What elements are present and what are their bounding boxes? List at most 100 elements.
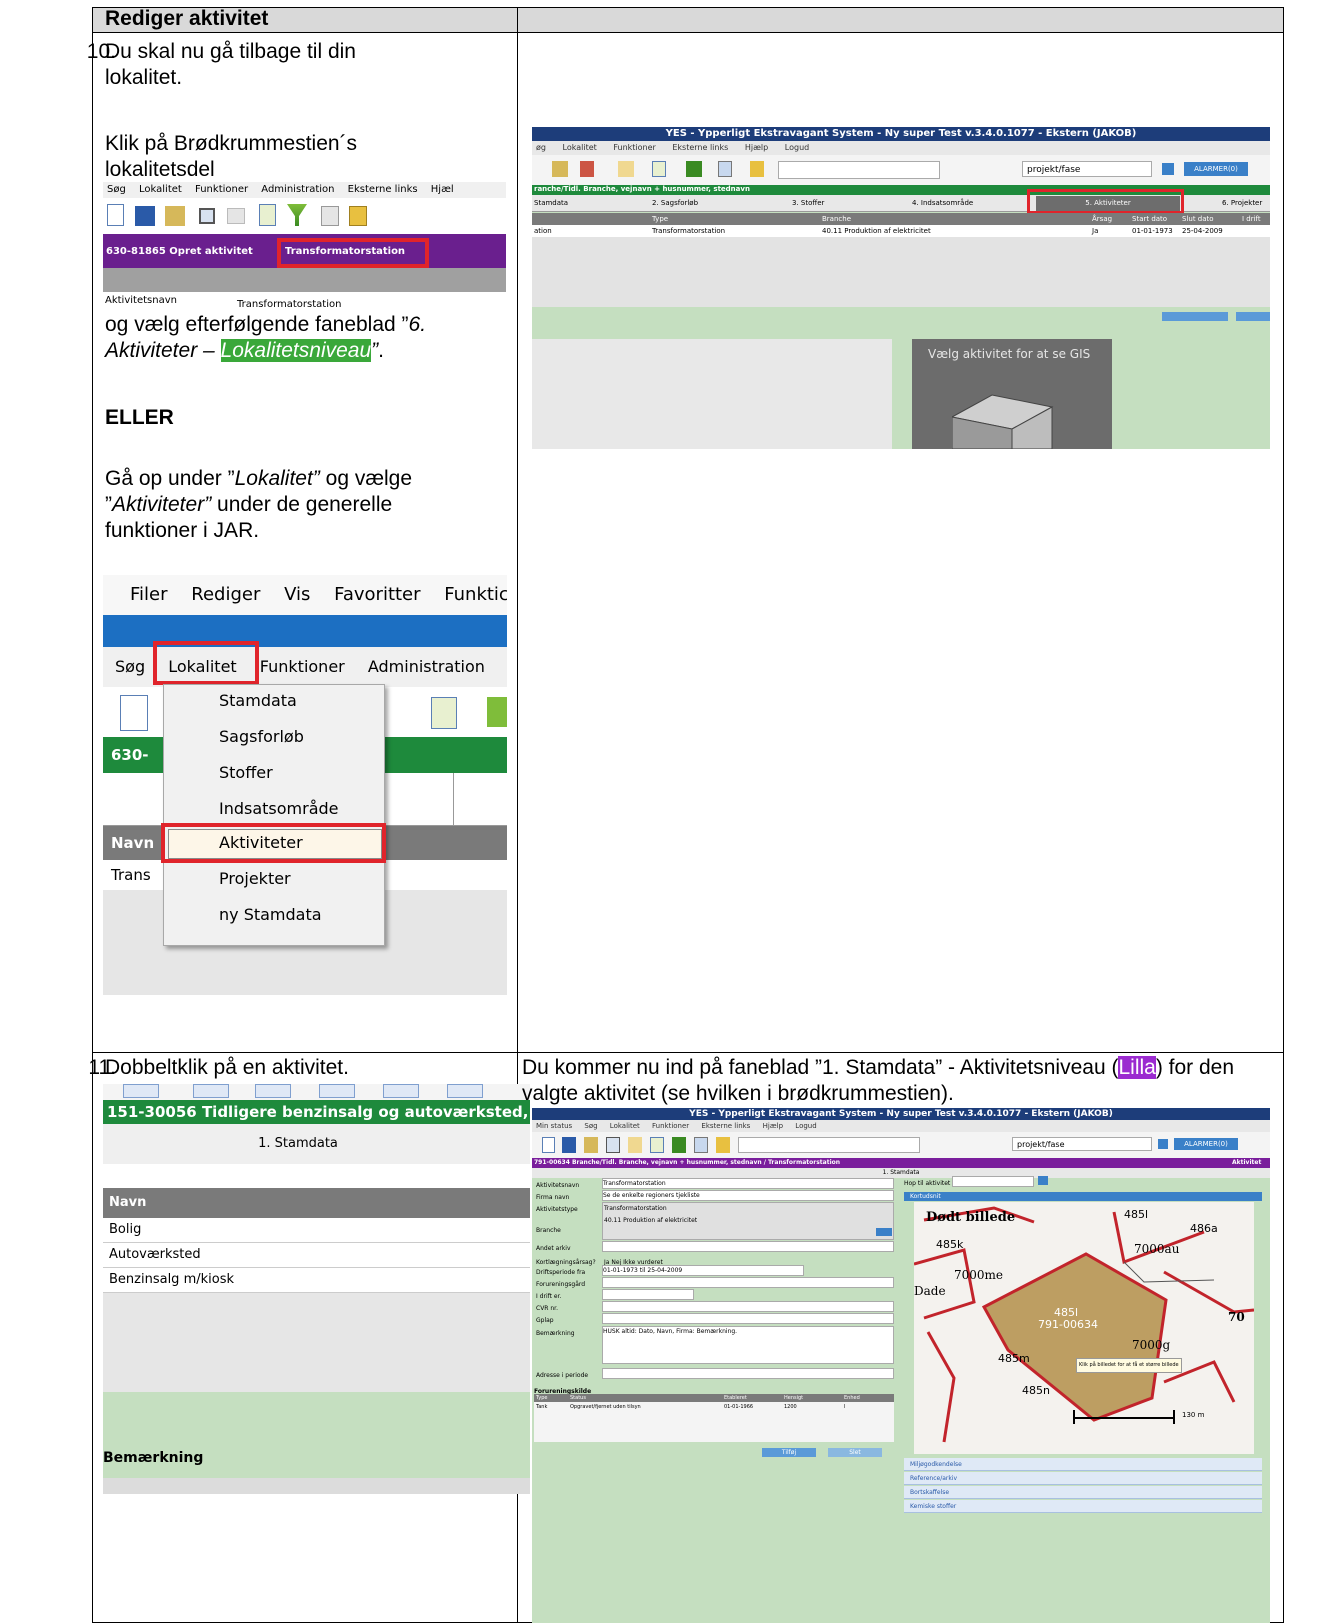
- copy-icon[interactable]: [255, 1084, 291, 1098]
- filter-icon[interactable]: [287, 204, 307, 226]
- tab-projekter[interactable]: 6. Projekter: [1222, 198, 1262, 209]
- search-input[interactable]: [778, 161, 940, 179]
- delete-icon[interactable]: [750, 161, 764, 177]
- firma-input[interactable]: Se de enkelte regioners tjekliste: [602, 1190, 894, 1201]
- document-icon[interactable]: [652, 161, 666, 177]
- document-icon[interactable]: [259, 204, 276, 226]
- driftsperiode-input[interactable]: 01-01-1973 til 25-04-2009: [602, 1265, 804, 1276]
- breadcrumb[interactable]: 630-81865 Opret aktivitet: [106, 238, 253, 266]
- cvr-input[interactable]: [602, 1301, 894, 1312]
- menu-item-sog[interactable]: Søg: [115, 657, 145, 676]
- menu-item[interactable]: øg: [536, 143, 546, 152]
- menu-item[interactable]: Eksterne links: [348, 184, 418, 195]
- dropdown-item-stoffer[interactable]: Stoffer: [219, 763, 273, 783]
- tilfoj-button[interactable]: Tilføj: [762, 1448, 816, 1457]
- search-input[interactable]: [738, 1137, 920, 1153]
- column-header[interactable]: Årsag: [1092, 214, 1112, 225]
- filter-icon[interactable]: [487, 697, 507, 727]
- filter-icon[interactable]: [686, 161, 702, 177]
- grid-icon[interactable]: [319, 1084, 355, 1098]
- table-row[interactable]: Trans: [111, 860, 151, 890]
- slet-button[interactable]: Slet: [828, 1448, 882, 1457]
- menu-item[interactable]: Administration: [261, 184, 334, 195]
- menu-item[interactable]: Funktioner: [652, 1122, 689, 1130]
- grid-icon[interactable]: [580, 161, 594, 177]
- search-button[interactable]: [1162, 163, 1174, 175]
- alarm-button[interactable]: ALARMER(0): [1174, 1138, 1238, 1150]
- menu-item[interactable]: Lokalitet: [610, 1122, 640, 1130]
- delete-icon[interactable]: [716, 1137, 730, 1153]
- save-icon[interactable]: [562, 1137, 576, 1153]
- section-miljogodkendelse[interactable]: Miljøgodkendelse: [910, 1459, 962, 1470]
- menu-item[interactable]: Eksterne links: [672, 143, 728, 152]
- save-icon[interactable]: [193, 1084, 229, 1098]
- button[interactable]: [1236, 312, 1270, 321]
- i-drift-input[interactable]: [602, 1289, 694, 1300]
- tab-stoffer[interactable]: 3. Stoffer: [792, 198, 824, 209]
- document-icon[interactable]: [447, 1084, 483, 1098]
- grid-icon[interactable]: [199, 208, 215, 224]
- menu-item[interactable]: Eksterne links: [701, 1122, 750, 1130]
- dropdown-item-ny-stamdata[interactable]: ny Stamdata: [219, 905, 322, 925]
- list-item[interactable]: [103, 1218, 530, 1243]
- breadcrumb[interactable]: ranche/Tidl. Branche, vejnavn + husnumme…: [534, 184, 750, 195]
- menu-item[interactable]: Logud: [785, 143, 809, 152]
- project-input[interactable]: projekt/fase: [1022, 161, 1152, 177]
- hop-select[interactable]: [952, 1176, 1034, 1187]
- adresse-input[interactable]: [602, 1368, 894, 1379]
- menu-item[interactable]: Funktioner: [195, 184, 248, 195]
- menu-item[interactable]: Søg: [584, 1122, 597, 1130]
- menu-item[interactable]: Funktioner: [613, 143, 655, 152]
- section-kemiske-stoffer[interactable]: Kemiske stoffer: [910, 1501, 956, 1512]
- menu-item[interactable]: Søg: [107, 184, 126, 195]
- tab-stamdata[interactable]: 1. Stamdata: [103, 1124, 493, 1164]
- menu-item[interactable]: Hjælp: [763, 1122, 783, 1130]
- menu-item[interactable]: Lokalitet: [563, 143, 597, 152]
- report-icon[interactable]: [694, 1137, 708, 1153]
- menu-item-funktioner[interactable]: Funktioner: [260, 657, 345, 676]
- alarm-button[interactable]: ALARMER(0): [1184, 162, 1248, 176]
- browser-menu-item[interactable]: Rediger: [191, 584, 260, 605]
- menu-item[interactable]: Hjæl: [431, 184, 454, 195]
- kortudsnit-header[interactable]: Kortudsnit: [910, 1192, 941, 1201]
- column-header[interactable]: Branche: [822, 214, 851, 225]
- bemaerkning-textarea[interactable]: HUSK altid: Dato, Navn, Firma: Bemærknin…: [602, 1326, 894, 1364]
- tab-sagsforlob[interactable]: 2. Sagsforløb: [652, 198, 698, 209]
- filter-icon[interactable]: [672, 1137, 686, 1153]
- document-icon[interactable]: [650, 1137, 664, 1153]
- project-input[interactable]: projekt/fase: [1012, 1137, 1152, 1151]
- menu-item[interactable]: Min status: [536, 1122, 572, 1130]
- report-icon[interactable]: [321, 206, 339, 226]
- menu-item[interactable]: Hjælp: [745, 143, 768, 152]
- folder-icon[interactable]: [383, 1084, 419, 1098]
- dropdown-item-indsatsomrade[interactable]: Indsatsområde: [219, 799, 339, 819]
- column-header[interactable]: Type: [652, 214, 668, 225]
- browser-menu-item[interactable]: Funktic: [444, 584, 507, 605]
- button[interactable]: [1162, 312, 1228, 321]
- copy-icon[interactable]: [165, 206, 185, 226]
- tab-indsatsomrade[interactable]: 4. Indsatsområde: [912, 198, 973, 209]
- column-header[interactable]: Slut dato: [1182, 214, 1214, 225]
- gplap-input[interactable]: [602, 1313, 894, 1324]
- new-document-icon[interactable]: [542, 1137, 555, 1153]
- dropdown-item-projekter[interactable]: Projekter: [219, 869, 291, 889]
- column-header[interactable]: I drift: [1242, 214, 1261, 225]
- section-reference[interactable]: Reference/arkiv: [910, 1473, 957, 1484]
- column-header[interactable]: Start dato: [1132, 214, 1167, 225]
- grid-icon[interactable]: [606, 1137, 620, 1153]
- folder-icon[interactable]: [227, 208, 245, 224]
- new-document-icon[interactable]: [120, 695, 148, 731]
- report-icon[interactable]: [718, 161, 732, 177]
- tab-stamdata[interactable]: Stamdata: [534, 198, 568, 209]
- aktivitetsnavn-input[interactable]: Transformatorstation: [602, 1178, 894, 1189]
- new-document-icon[interactable]: [123, 1084, 159, 1098]
- branche-button[interactable]: [876, 1228, 892, 1236]
- dropdown-item-sagsforlob[interactable]: Sagsforløb: [219, 727, 304, 747]
- tab-stamdata[interactable]: 1. Stamdata: [532, 1168, 1270, 1178]
- forureningsgard-select[interactable]: [602, 1277, 894, 1288]
- map-view[interactable]: Dødt billede 485l 486a 485k 7000au 7000m…: [914, 1202, 1254, 1454]
- andet-arkiv-input[interactable]: [602, 1241, 894, 1252]
- browser-menu-item[interactable]: Filer: [130, 584, 168, 605]
- menu-item[interactable]: Lokalitet: [139, 184, 182, 195]
- new-document-icon[interactable]: [107, 204, 124, 226]
